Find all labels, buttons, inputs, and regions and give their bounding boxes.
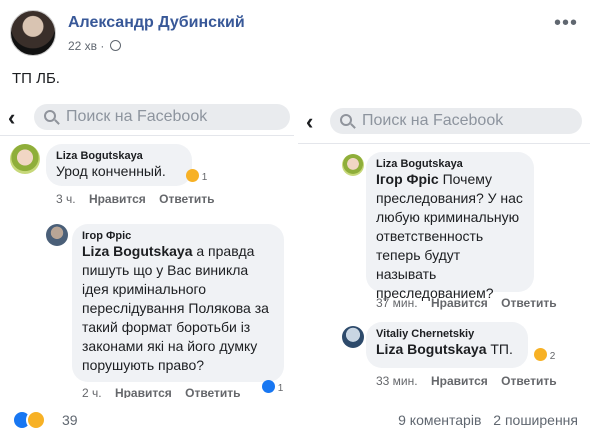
engagement-stats: 9 коментарів 2 поширення — [390, 412, 578, 428]
comment-mention[interactable]: Ігор Фріс — [376, 171, 439, 187]
comment-mention[interactable]: Liza Bogutskaya — [82, 243, 192, 259]
globe-icon — [109, 40, 121, 51]
back-arrow-icon: ‹ — [306, 109, 314, 134]
post-time[interactable]: 22 хв — [68, 39, 97, 53]
haha-icon — [534, 348, 547, 361]
search-icon — [44, 110, 56, 122]
reply-link[interactable]: Ответить — [185, 386, 240, 398]
comment-text: Liza Bogutskaya а правда пишуть що у Вас… — [82, 243, 269, 373]
more-options-button[interactable]: ••• — [554, 12, 578, 35]
embedded-screenshot-right[interactable]: ‹ Поиск на Facebook Liza Bogutskaya Ігор… — [298, 98, 590, 398]
search-placeholder: Поиск на Facebook — [66, 108, 208, 125]
embedded-screenshot-left[interactable]: ‹ Поиск на Facebook Liza Bogutskaya Урод… — [0, 98, 294, 398]
back-arrow-icon: ‹ — [8, 105, 16, 130]
author-avatar[interactable] — [10, 10, 56, 56]
commenter-avatar — [342, 154, 364, 176]
comment-reaction: 2 — [534, 348, 555, 362]
comment-text: Liza Bogutskaya ТП. — [376, 341, 513, 357]
comment-actions: 2 ч. Нравится Ответить — [82, 386, 251, 398]
commenter-avatar — [342, 326, 364, 348]
comment-actions: 33 мин. Нравится Ответить — [376, 374, 567, 388]
comment-time: 33 мин. — [376, 374, 418, 388]
comment-time: 37 мин. — [376, 296, 418, 310]
commenter-name: Liza Bogutskaya — [376, 158, 463, 170]
commenter-avatar — [46, 224, 68, 246]
search-bar: ‹ Поиск на Facebook — [0, 98, 294, 136]
search-icon — [340, 114, 352, 126]
commenter-avatar — [10, 144, 40, 174]
comment-mention[interactable]: Liza Bogutskaya — [376, 341, 486, 357]
comment-time: 2 ч. — [82, 386, 102, 398]
post-footer: 39 9 коментарів 2 поширення — [0, 400, 590, 441]
commenter-name: Liza Bogutskaya — [56, 150, 143, 162]
reply-link[interactable]: Ответить — [501, 296, 556, 310]
like-icon — [262, 380, 275, 393]
haha-reaction-icon — [26, 410, 46, 430]
search-placeholder: Поиск на Facebook — [362, 112, 504, 129]
comment-text: Ігор Фріс Почему преследования? У нас лю… — [376, 171, 523, 301]
like-link[interactable]: Нравится — [115, 386, 172, 398]
search-bar: ‹ Поиск на Facebook — [298, 98, 590, 144]
comment-time: 3 ч. — [56, 192, 76, 206]
author-name[interactable]: Александр Дубинский — [68, 14, 245, 32]
haha-icon — [186, 169, 199, 182]
reactions-count[interactable]: 39 — [62, 412, 78, 428]
search-box: Поиск на Facebook — [34, 104, 290, 130]
comment-actions: 37 мин. Нравится Ответить — [376, 296, 567, 310]
post-text: ТП ЛБ. — [12, 70, 60, 87]
comment-actions: 3 ч. Нравится Ответить — [56, 192, 225, 206]
post-header: Александр Дубинский 22 хв · ••• — [10, 10, 580, 60]
comment-bubble: Ігор Фріс Liza Bogutskaya а правда пишут… — [72, 224, 284, 382]
post-meta: 22 хв · — [68, 39, 121, 53]
comment-bubble: Liza Bogutskaya Ігор Фріс Почему преслед… — [366, 152, 534, 301]
comment-reaction: 1 — [262, 380, 283, 394]
comment-reaction: 1 — [186, 169, 207, 183]
comment-text: Урод конченный. — [56, 163, 166, 179]
like-link[interactable]: Нравится — [89, 192, 146, 206]
comment-bubble: Vitaliy Chernetskiy Liza Bogutskaya ТП. — [366, 322, 528, 368]
reply-link[interactable]: Ответить — [159, 192, 214, 206]
like-link[interactable]: Нравится — [431, 296, 488, 310]
comment-bubble: Liza Bogutskaya Урод конченный. — [46, 144, 192, 186]
commenter-name: Vitaliy Chernetskiy — [376, 328, 475, 340]
like-link[interactable]: Нравится — [431, 374, 488, 388]
comments-count[interactable]: 9 коментарів — [398, 412, 481, 428]
shares-count[interactable]: 2 поширення — [493, 412, 578, 428]
search-box: Поиск на Facebook — [330, 108, 582, 134]
reply-link[interactable]: Ответить — [501, 374, 556, 388]
commenter-name: Ігор Фріс — [82, 230, 132, 242]
